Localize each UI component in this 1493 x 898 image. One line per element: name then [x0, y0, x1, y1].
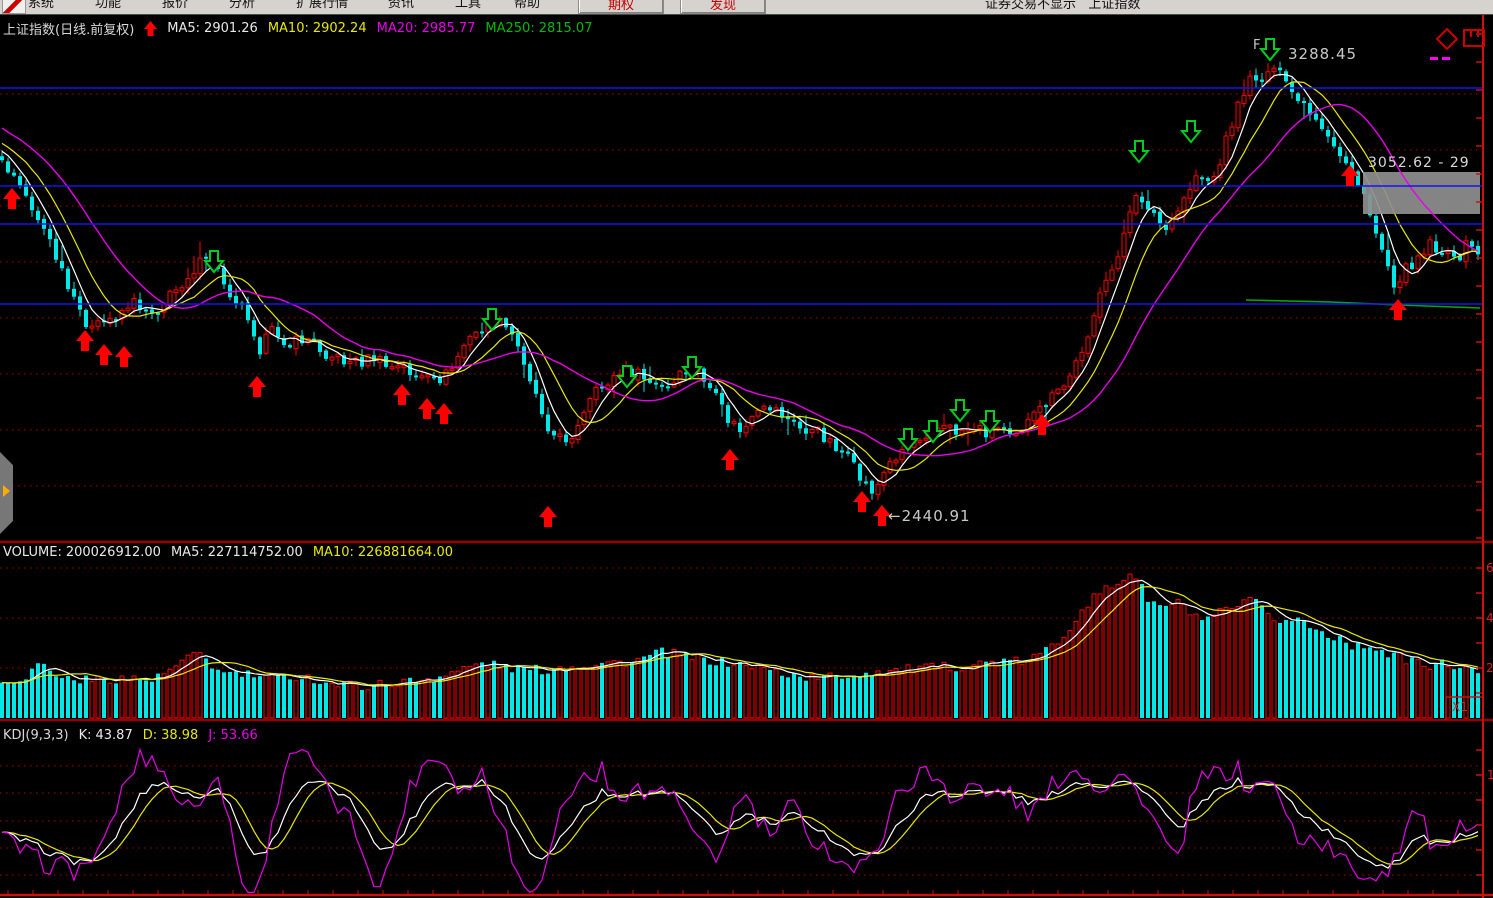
menu-item-analysis[interactable]: 分析 [229, 0, 255, 14]
menu-bar: 系统 功能 报价 分析 扩展行情 资讯 工具 帮助 期权 发现 证券交易不显示 … [0, 0, 1493, 15]
tdx-app-window: 系统 功能 报价 分析 扩展行情 资讯 工具 帮助 期权 发现 证券交易不显示 … [0, 0, 1493, 898]
menu-item-options[interactable]: 期权 [578, 0, 664, 14]
volume-axis-label-2: 2 [1486, 661, 1493, 675]
volume-axis-label-4: 4 [1486, 611, 1493, 625]
ma20-readout: MA20:2985.77 [377, 21, 476, 36]
app-logo-icon[interactable] [2, 0, 26, 14]
ma5-readout: MA5:2901.26 [167, 21, 258, 36]
menu-item-quote[interactable]: 报价 [162, 0, 188, 14]
main-chart-header: 上证指数(日线.前复权) MA5:2901.26 MA10:2902.24 MA… [3, 19, 592, 38]
volume-axis-label-6: 6 [1486, 561, 1493, 575]
kdj-axis-label-100: 1 [1487, 768, 1493, 782]
volume-pane-header: VOLUME:200026912.00 MA5:227114752.00 MA1… [3, 545, 453, 560]
ma10-readout: MA10:2902.24 [268, 21, 367, 36]
low-price-label: ←2440.91 [888, 507, 971, 525]
vol-ma5-readout: MA5:227114752.00 [171, 545, 303, 560]
range-tooltip-label: 3052.62 - 29 [1368, 155, 1470, 171]
menu-item-ext-market[interactable]: 扩展行情 [296, 0, 348, 14]
volume-readout: VOLUME:200026912.00 [3, 545, 161, 560]
trend-up-icon [144, 21, 157, 36]
multi-window-icon[interactable] [1462, 28, 1486, 48]
ma-legend-dash-icon [1442, 57, 1450, 60]
status-bar-text: 证券交易不显示 上证指数 [985, 0, 1140, 15]
vol-ma10-readout: MA10:226881664.00 [313, 545, 453, 560]
menu-item-discover[interactable]: 发现 [680, 0, 766, 14]
peak-flag-label: F [1253, 38, 1261, 53]
chart-canvas[interactable] [0, 0, 1493, 898]
menu-item-help[interactable]: 帮助 [514, 0, 540, 14]
peak-price-label: 3288.45 [1288, 45, 1357, 63]
expand-arrow-icon [3, 485, 10, 497]
menu-item-function[interactable]: 功能 [95, 0, 121, 14]
kdj-j-readout: J:53.66 [208, 728, 257, 743]
kdj-title: KDJ(9,3,3) [3, 728, 69, 743]
sidebar-expand-handle[interactable] [0, 452, 13, 534]
kdj-pane-header: KDJ(9,3,3) K:43.87 D:38.98 J:53.66 [3, 728, 258, 743]
zoom-level-label: X1 [1452, 700, 1468, 714]
kdj-d-readout: D:38.98 [143, 728, 199, 743]
menu-item-system[interactable]: 系统 [28, 0, 54, 14]
menu-item-tools[interactable]: 工具 [455, 0, 481, 14]
ma-legend-dash-icon [1430, 57, 1438, 60]
chart-title: 上证指数(日线.前复权) [3, 19, 134, 38]
ma250-readout: MA250:2815.07 [485, 21, 592, 36]
kdj-k-readout: K:43.87 [79, 728, 133, 743]
menu-item-info[interactable]: 资讯 [388, 0, 414, 14]
